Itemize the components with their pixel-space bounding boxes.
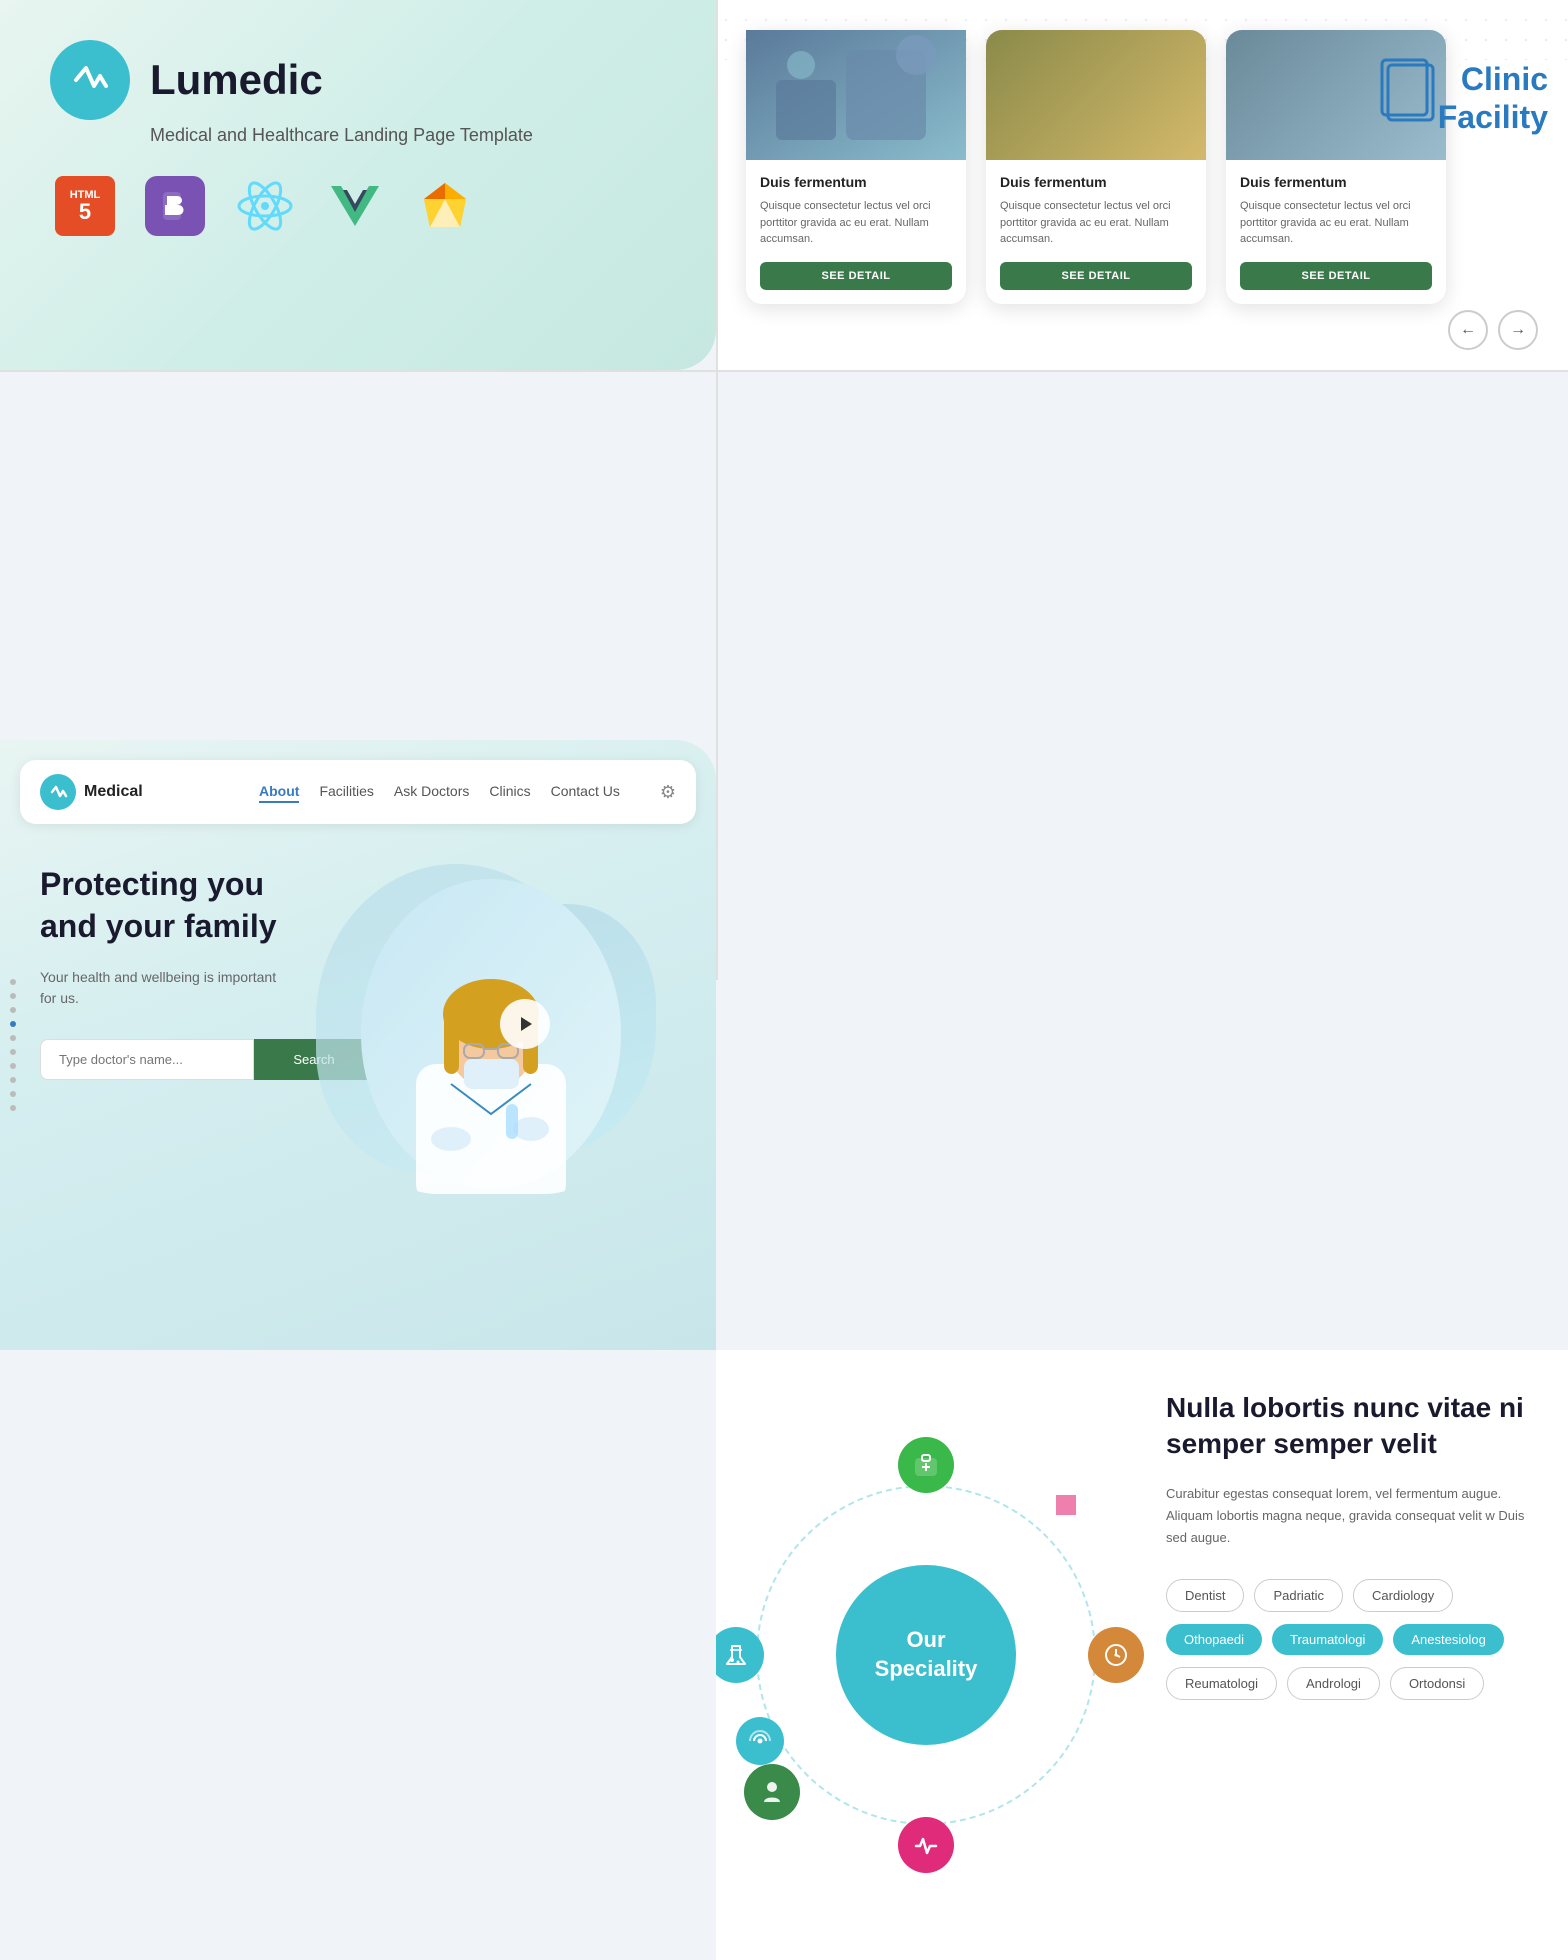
see-detail-btn-1[interactable]: SEE DETAIL: [760, 262, 952, 290]
card-text-1: Quisque consectetur lectus vel orci port…: [760, 198, 952, 248]
card-title-2: Duis fermentum: [1000, 174, 1192, 190]
html5-icon: HTML 5: [55, 176, 115, 236]
nav-link-clinics[interactable]: Clinics: [489, 783, 530, 799]
see-detail-btn-3[interactable]: SEE DETAIL: [1240, 262, 1432, 290]
orbit-item-person: [744, 1764, 800, 1820]
card-title-3: Duis fermentum: [1240, 174, 1432, 190]
brand-subtitle: Medical and Healthcare Landing Page Temp…: [150, 125, 666, 146]
tag-othopaedi[interactable]: Othopaedi: [1166, 1624, 1262, 1655]
hero-subtitle: Your health and wellbeing is important f…: [40, 967, 290, 1009]
nav-item-ask-doctors[interactable]: Ask Doctors: [394, 783, 469, 801]
nav-links-list: About Facilities Ask Doctors Clinics Con…: [259, 783, 620, 801]
nav-item-contact[interactable]: Contact Us: [551, 783, 620, 801]
next-btn[interactable]: →: [1498, 310, 1538, 350]
card-body-1: Duis fermentum Quisque consectetur lectu…: [746, 160, 966, 304]
info-section: Nulla lobortis nunc vitae ni semper semp…: [1136, 1350, 1568, 1960]
nav-item-about[interactable]: About: [259, 783, 299, 801]
tag-dentist[interactable]: Dentist: [1166, 1579, 1244, 1612]
orbit-item-radio: [736, 1717, 784, 1765]
bottom-left-quadrant: Medical About Facilities Ask Doctors Cli…: [0, 740, 716, 1350]
bootstrap-icon: [145, 176, 205, 236]
nav-link-contact[interactable]: Contact Us: [551, 783, 620, 799]
tag-cardiology[interactable]: Cardiology: [1353, 1579, 1453, 1612]
brand-header: Lumedic: [50, 40, 666, 120]
nav-item-facilities[interactable]: Facilities: [319, 783, 373, 801]
react-icon: [235, 176, 295, 236]
facility-card-2: Duis fermentum Quisque consectetur lectu…: [986, 30, 1206, 304]
speciality-label: Our Speciality: [875, 1626, 978, 1683]
card-body-2: Duis fermentum Quisque consectetur lectu…: [986, 160, 1206, 304]
brand-name: Lumedic: [150, 56, 323, 104]
medical-navbar: Medical About Facilities Ask Doctors Cli…: [20, 760, 696, 824]
card-text-2: Quisque consectetur lectus vel orci port…: [1000, 198, 1192, 248]
hero-title: Protecting you and your family: [40, 864, 320, 947]
tag-padriatic[interactable]: Padriatic: [1254, 1579, 1343, 1612]
hero-image-area: [374, 864, 676, 1204]
card-text-3: Quisque consectetur lectus vel orci port…: [1240, 198, 1432, 248]
orbit-center: Our Speciality: [836, 1565, 1016, 1745]
nav-logo-circle: [40, 774, 76, 810]
doctor-svg: [356, 874, 626, 1194]
doctor-image: [356, 874, 626, 1194]
clinic-facility-badge: Clinic Facility: [1438, 60, 1548, 137]
orbit-item-clock: [1088, 1627, 1144, 1683]
bottom-right-quadrant: Our Speciality: [716, 1350, 1568, 1960]
tag-reumatologi[interactable]: Reumatologi: [1166, 1667, 1277, 1700]
info-title: Nulla lobortis nunc vitae ni semper semp…: [1166, 1390, 1538, 1463]
orbit-item-heartbeat: [898, 1817, 954, 1873]
play-button[interactable]: [500, 999, 550, 1049]
tags-row-3: Reumatologi Andrologi Ortodonsi: [1166, 1667, 1538, 1700]
orbit-item-medical-kit: [898, 1437, 954, 1493]
card-body-3: Duis fermentum Quisque consectetur lectu…: [1226, 160, 1446, 304]
nav-link-about[interactable]: About: [259, 783, 299, 803]
nav-logo: Medical: [40, 774, 143, 810]
search-input[interactable]: [40, 1039, 254, 1080]
hero-section: Protecting you and your family Your heal…: [0, 844, 716, 1224]
orbit-dot-1: [1056, 1495, 1076, 1515]
tech-icons-row: HTML 5: [55, 176, 666, 236]
speciality-section: Our Speciality: [716, 1350, 1136, 1960]
carousel-navigation: ← →: [1448, 310, 1538, 350]
clinic-facility-title: Clinic Facility: [1438, 60, 1548, 137]
vertical-divider: [716, 0, 718, 980]
tag-ortodonsi[interactable]: Ortodonsi: [1390, 1667, 1484, 1700]
tags-row-1: Dentist Padriatic Cardiology: [1166, 1579, 1538, 1612]
prev-btn[interactable]: ←: [1448, 310, 1488, 350]
nav-brand-label: Medical: [84, 783, 143, 801]
info-text: Curabitur egestas consequat lorem, vel f…: [1166, 1483, 1538, 1549]
hospital-image: [986, 30, 1206, 160]
vue-icon: [325, 176, 385, 236]
see-detail-btn-2[interactable]: SEE DETAIL: [1000, 262, 1192, 290]
nav-link-facilities[interactable]: Facilities: [319, 783, 373, 799]
tag-traumatologi[interactable]: Traumatologi: [1272, 1624, 1383, 1655]
top-left-quadrant: Lumedic Medical and Healthcare Landing P…: [0, 0, 716, 370]
nav-item-clinics[interactable]: Clinics: [489, 783, 530, 801]
settings-icon[interactable]: ⚙: [660, 782, 676, 803]
tags-row-2: Othopaedi Traumatologi Anestesiolog: [1166, 1624, 1538, 1655]
pages-icon: [1368, 50, 1448, 130]
top-right-quadrant: Clinic Facility: [716, 0, 1568, 370]
horizontal-divider: [0, 370, 1568, 372]
tag-anestesiolog[interactable]: Anestesiolog: [1393, 1624, 1503, 1655]
orbit-container: Our Speciality: [736, 1465, 1116, 1845]
card-title-1: Duis fermentum: [760, 174, 952, 190]
logo-circle: [50, 40, 130, 120]
tag-andrologi[interactable]: Andrologi: [1287, 1667, 1380, 1700]
nav-link-ask-doctors[interactable]: Ask Doctors: [394, 783, 469, 799]
sketch-icon: [415, 176, 475, 236]
